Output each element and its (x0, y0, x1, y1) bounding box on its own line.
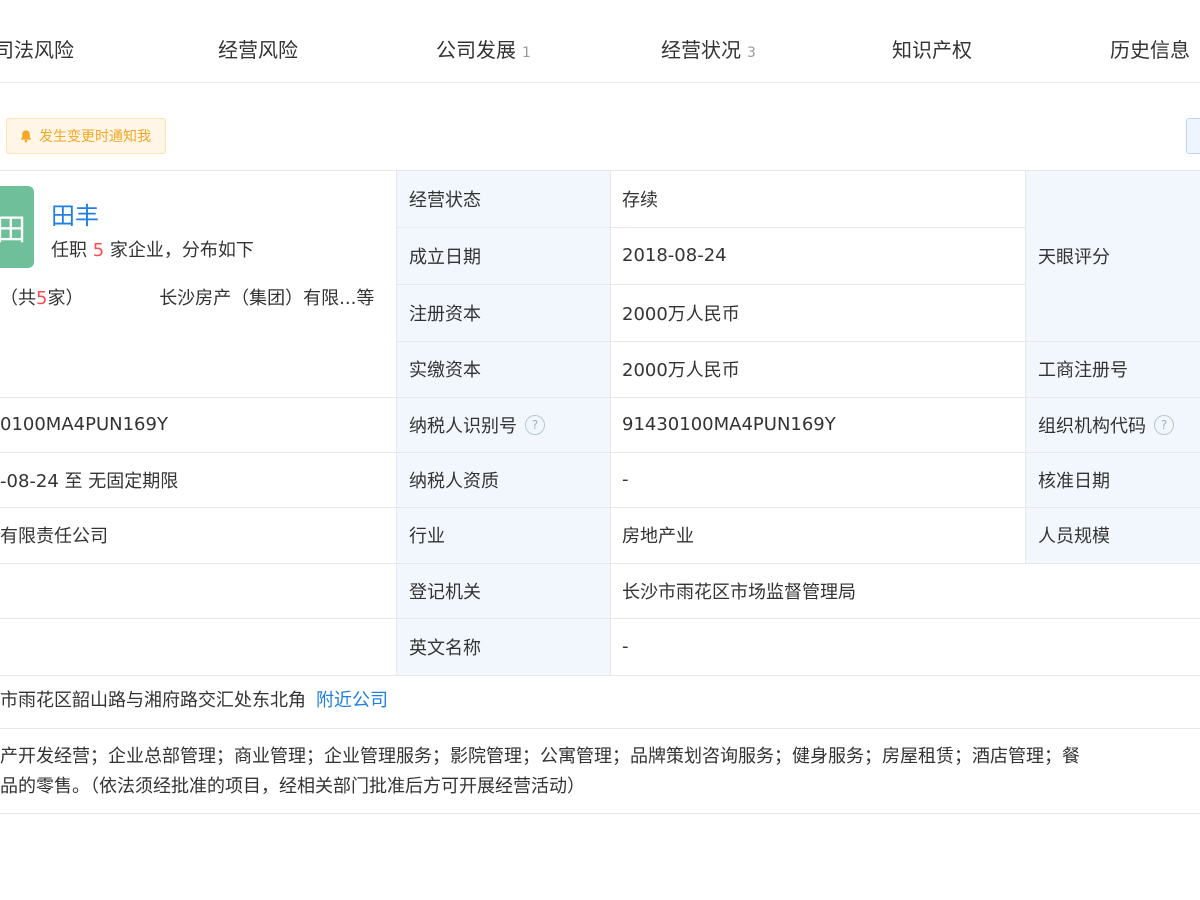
business-info-table: 经营状态 成立日期 注册资本 实缴资本 纳税人识别号? 纳税人资质 行业 登记机… (0, 170, 1200, 676)
bell-icon (21, 130, 31, 143)
divider (0, 507, 1200, 508)
business-scope-line: 品的零售。（依法须经批准的项目，经相关部门批准后方可开展经营活动） (0, 776, 585, 797)
business-scope: 产开发经营；企业总部管理；商业管理；企业管理服务；影院管理；公寓管理；品牌策划咨… (0, 742, 1200, 802)
divider (0, 397, 1200, 398)
edge-action-button[interactable] (1186, 118, 1200, 154)
value-credit-code: 0100MA4PUN169Y (0, 414, 168, 435)
divider (396, 171, 397, 676)
tab-bar: 司法风险 经营风险 公司发展 1 经营状况 3 知识产权 历史信息 (0, 18, 1200, 83)
tab-intellectual-property[interactable]: 知识产权 (892, 18, 972, 82)
divider (1025, 171, 1026, 563)
help-icon[interactable]: ? (525, 414, 545, 435)
value-reg-authority: 长沙市雨花区市场监督管理局 (622, 581, 856, 603)
notify-on-change-button[interactable]: 发生变更时通知我 (6, 118, 166, 154)
value-founded: 2018-08-24 (622, 245, 727, 266)
label-approval-date: 核准日期 (1038, 470, 1110, 492)
divider (610, 171, 611, 676)
tab-count: 1 (522, 45, 531, 61)
value-industry: 房地产业 (622, 526, 694, 547)
notify-label: 发生变更时通知我 (39, 129, 151, 145)
value-reg-capital: 2000万人民币 (622, 303, 740, 325)
value-paid-capital: 2000万人民币 (622, 360, 740, 381)
tab-company-development[interactable]: 公司发展 1 (436, 18, 531, 82)
label-reg-capital: 注册资本 (409, 303, 481, 325)
registered-address: 市雨花区韶山路与湘府路交汇处东北角 附近公司 (0, 690, 388, 711)
top-bar (0, 0, 1200, 19)
label-org-code: 组织机构代码? (1038, 397, 1174, 452)
divider (0, 452, 1200, 453)
label-status: 经营状态 (409, 190, 481, 211)
help-icon[interactable]: ? (1154, 414, 1174, 435)
label-industry: 行业 (409, 526, 445, 547)
value-business-term: -08-24 至 无固定期限 (0, 470, 179, 492)
label-staff-size: 人员规模 (1038, 526, 1110, 547)
business-scope-line: 产开发经营；企业总部管理；商业管理；企业管理服务；影院管理；公寓管理；品牌策划咨… (0, 746, 1080, 767)
divider (0, 813, 1200, 814)
value-english-name: - (622, 636, 629, 657)
divider (0, 728, 1200, 729)
label-taxpayer-qual: 纳税人资质 (409, 470, 499, 492)
label-paid-capital: 实缴资本 (409, 360, 481, 381)
divider (0, 675, 1200, 676)
value-status: 存续 (622, 190, 658, 211)
label-rating: 天眼评分 (1038, 247, 1110, 268)
label-biz-reg-no: 工商注册号 (1038, 360, 1128, 381)
tab-operating-risk[interactable]: 经营风险 (218, 18, 298, 82)
divider (0, 618, 1200, 619)
tab-history[interactable]: 历史信息 (1110, 18, 1190, 82)
label-taxpayer-id: 纳税人识别号? (409, 397, 545, 452)
tab-count: 3 (747, 45, 756, 61)
tab-business-status[interactable]: 经营状况 3 (661, 18, 756, 82)
divider (0, 563, 1200, 564)
value-taxpayer-id: 91430100MA4PUN169Y (622, 414, 836, 435)
value-taxpayer-qual: - (622, 469, 629, 490)
nearby-companies-link[interactable]: 附近公司 (316, 690, 388, 711)
label-english-name: 英文名称 (409, 637, 481, 659)
label-founded: 成立日期 (409, 246, 481, 268)
label-reg-authority: 登记机关 (409, 581, 481, 603)
value-company-type: 有限责任公司 (0, 526, 108, 547)
tab-judicial-risk[interactable]: 司法风险 (0, 18, 74, 82)
